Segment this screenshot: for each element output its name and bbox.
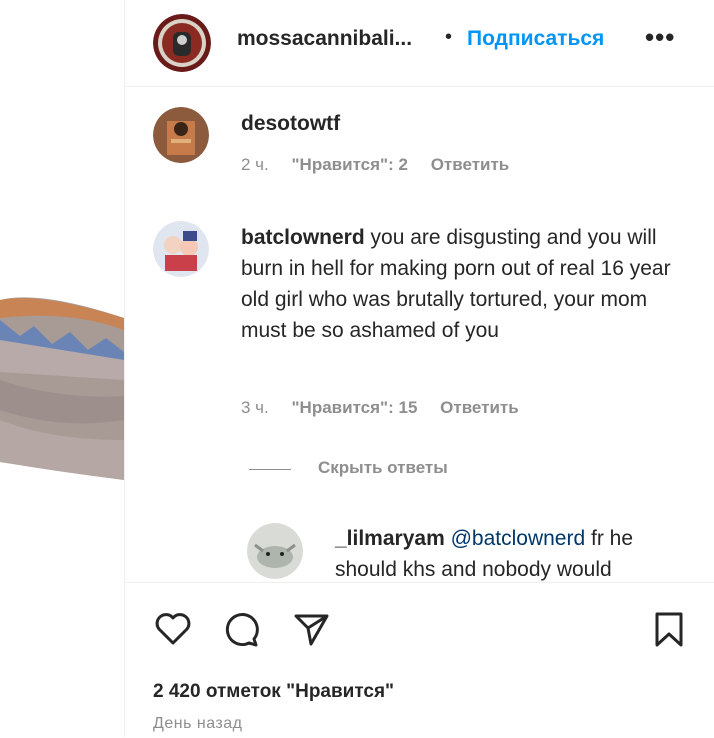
comment-time[interactable]: 3 ч. [241, 398, 269, 417]
reply-button[interactable]: Ответить [440, 398, 519, 417]
commenter-avatar[interactable] [153, 221, 209, 277]
comment-meta: 2 ч. "Нравится": 2 Ответить [241, 155, 527, 175]
comment-username[interactable]: batclownerd [241, 226, 365, 249]
more-options-icon[interactable]: ••• [645, 22, 675, 53]
comments-list: desotowtf 2 ч. "Нравится": 2 Ответить ba… [125, 87, 714, 581]
post-image [0, 0, 124, 737]
post-image-artwork [0, 297, 124, 480]
comment-likes[interactable]: "Нравится": 2 [292, 155, 408, 174]
author-username[interactable]: mossacannibali... [237, 27, 412, 51]
reply-username[interactable]: _lilmaryam [335, 527, 445, 550]
post-panel: mossacannibali... • Подписаться ••• deso… [124, 0, 714, 738]
bookmark-icon[interactable] [649, 609, 689, 649]
post-header: mossacannibali... • Подписаться ••• [125, 0, 714, 87]
author-avatar[interactable] [153, 14, 211, 72]
post-timestamp[interactable]: День назад [153, 715, 242, 733]
commenter-avatar[interactable] [153, 107, 209, 163]
heart-icon[interactable] [153, 609, 193, 649]
likes-count[interactable]: 2 420 отметок "Нравится" [153, 681, 394, 703]
hide-replies-divider [249, 469, 291, 470]
comment-likes[interactable]: "Нравится": 15 [292, 398, 418, 417]
comment-icon[interactable] [221, 609, 261, 649]
comment-username[interactable]: desotowtf [241, 112, 340, 135]
follow-button[interactable]: Подписаться [467, 27, 604, 51]
header-separator: • [445, 26, 453, 48]
share-icon[interactable] [291, 609, 331, 649]
hide-replies-button[interactable]: Скрыть ответы [318, 458, 448, 478]
comment-meta: 3 ч. "Нравится": 15 Ответить [241, 398, 537, 418]
comment-time[interactable]: 2 ч. [241, 155, 269, 174]
post-actions: 2 420 отметок "Нравится" День назад [125, 582, 714, 738]
reply-mention[interactable]: @batclownerd [451, 527, 586, 550]
reply-avatar[interactable] [247, 523, 303, 579]
reply-button[interactable]: Ответить [431, 155, 510, 174]
